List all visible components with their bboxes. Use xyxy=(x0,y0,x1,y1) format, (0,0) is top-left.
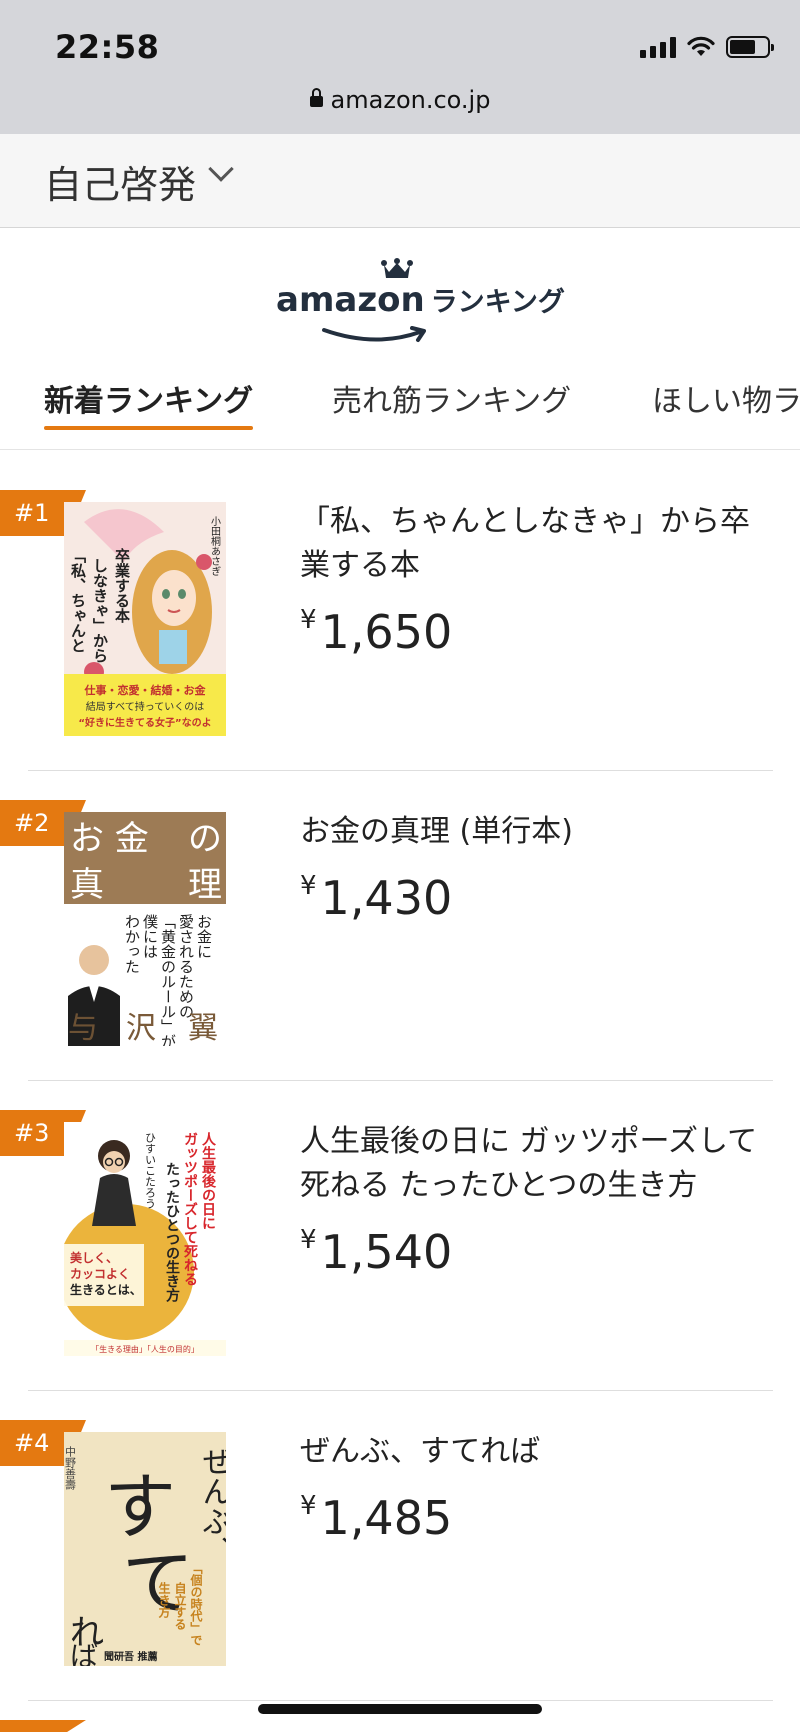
svg-text:「生きる理由」「人生の目的」: 「生きる理由」「人生の目的」 xyxy=(91,1344,199,1354)
category-label: 自己啓発 xyxy=(44,163,197,207)
tab-label: 売れ筋ランキング xyxy=(332,384,572,419)
price-value: 1,650 xyxy=(320,605,453,659)
svg-text:美しく、: 美しく、 xyxy=(70,1250,118,1265)
tab-most-wished[interactable]: ほしい物ランキング xyxy=(652,376,800,420)
svg-text:自立する: 自立する xyxy=(173,1581,187,1630)
amazon-ranking-logo: amazon ランキング xyxy=(0,258,800,348)
book-cover[interactable]: 中野善壽 ぜんぶ、 す て れ ば 「個の時代」で 自立する 生き方 聞研吾 推… xyxy=(64,1432,226,1666)
svg-text:真: 真 xyxy=(70,865,104,905)
svg-text:わかった: わかった xyxy=(123,914,141,974)
book-cover-art: 美しく、 カッコよく 生きるとは、 人生最後の日に ガッツポーズして死ねる たっ… xyxy=(64,1122,226,1356)
svg-text:たったひとつの生き方: たったひとつの生き方 xyxy=(164,1162,180,1303)
currency-symbol: ¥ xyxy=(300,871,317,901)
logo-brand: amazon xyxy=(276,280,425,320)
svg-text:理: 理 xyxy=(188,865,222,905)
book-cover[interactable]: お 金 の 真 理 お金に 愛されるための 「黄金のルール」が 僕には わかった… xyxy=(64,812,226,1046)
svg-text:結局すべて持っていくのは: 結局すべて持っていくのは xyxy=(86,700,204,713)
item-divider xyxy=(28,1700,773,1701)
home-indicator[interactable] xyxy=(258,1704,542,1714)
svg-text:卒業する本: 卒業する本 xyxy=(113,547,131,624)
svg-text:の: の xyxy=(188,819,222,859)
svg-text:ガッツポーズして死ねる: ガッツポーズして死ねる xyxy=(182,1132,199,1286)
tab-best-sellers[interactable]: 売れ筋ランキング xyxy=(332,376,571,420)
product-info[interactable]: 「私、ちゃんとしなきゃ」から卒業する本 ¥1,650 xyxy=(300,500,770,660)
price-value: 1,485 xyxy=(320,1491,453,1545)
book-cover-art: お 金 の 真 理 お金に 愛されるための 「黄金のルール」が 僕には わかった… xyxy=(64,812,226,1046)
next-rank-badge-partial xyxy=(0,1720,86,1732)
category-dropdown[interactable]: 自己啓発 xyxy=(0,134,800,228)
status-icons xyxy=(640,36,774,58)
product-title[interactable]: 人生最後の日に ガッツポーズして死ねる たったひとつの生き方 xyxy=(300,1120,770,1208)
amazon-smile-icon xyxy=(322,326,426,342)
product-info[interactable]: お金の真理 (単行本) ¥1,430 xyxy=(300,810,770,926)
svg-text:“好きに生きてる女子”なのよ: “好きに生きてる女子”なのよ xyxy=(78,716,211,729)
svg-text:ぜんぶ、: ぜんぶ、 xyxy=(197,1446,227,1566)
svg-text:す: す xyxy=(104,1465,176,1549)
browser-top-bar: 22:58 amazon.co.jp xyxy=(0,0,800,134)
status-time: 22:58 xyxy=(55,28,160,66)
product-info[interactable]: 人生最後の日に ガッツポーズして死ねる たったひとつの生き方 ¥1,540 xyxy=(300,1120,770,1280)
ranking-item[interactable]: #4 中野善壽 ぜんぶ、 す て れ ば 「個の時代」で 自立する 生き方 聞研… xyxy=(0,1390,800,1700)
url-text: amazon.co.jp xyxy=(330,86,491,114)
svg-text:中野善壽: 中野善壽 xyxy=(64,1446,77,1490)
svg-text:翼: 翼 xyxy=(188,1011,218,1046)
svg-text:お 金: お 金 xyxy=(70,819,149,859)
currency-symbol: ¥ xyxy=(300,1491,317,1521)
logo-wordmark: amazon ランキング xyxy=(276,280,565,320)
product-price: ¥1,485 xyxy=(300,1478,770,1546)
svg-text:聞研吾 推薦: 聞研吾 推薦 xyxy=(104,1650,157,1663)
svg-text:ば: ば xyxy=(70,1640,98,1666)
svg-text:お金に: お金に xyxy=(195,914,213,959)
svg-text:人生最後の日に: 人生最後の日に xyxy=(200,1131,216,1230)
product-info[interactable]: ぜんぶ、すてれば ¥1,485 xyxy=(300,1430,770,1546)
address-bar[interactable]: amazon.co.jp xyxy=(0,86,800,114)
svg-text:与: 与 xyxy=(68,1011,98,1046)
svg-text:僕には: 僕には xyxy=(141,914,159,959)
crown-icon xyxy=(381,258,413,278)
product-price: ¥1,650 xyxy=(300,592,770,660)
svg-text:ひすいこたろう: ひすいこたろう xyxy=(144,1132,157,1209)
svg-text:生きるとは、: 生きるとは、 xyxy=(70,1282,142,1297)
ranking-item[interactable]: #2 お 金 の 真 理 お金に 愛されるための 「黄金のルール」が 僕には わ… xyxy=(0,770,800,1080)
book-cover[interactable]: 美しく、 カッコよく 生きるとは、 人生最後の日に ガッツポーズして死ねる たっ… xyxy=(64,1122,226,1356)
svg-text:仕事・恋愛・結婚・お金: 仕事・恋愛・結婚・お金 xyxy=(84,683,207,697)
ranking-tabs: 新着ランキング 売れ筋ランキング ほしい物ランキング xyxy=(0,368,800,450)
currency-symbol: ¥ xyxy=(300,605,317,635)
price-value: 1,540 xyxy=(320,1225,453,1279)
battery-icon xyxy=(726,36,774,58)
product-title[interactable]: 「私、ちゃんとしなきゃ」から卒業する本 xyxy=(300,500,770,588)
book-cover[interactable]: 仕事・恋愛・結婚・お金 結局すべて持っていくのは “好きに生きてる女子”なのよ … xyxy=(64,502,226,736)
wifi-icon xyxy=(687,36,715,56)
svg-text:「個の時代」で: 「個の時代」で xyxy=(189,1562,203,1646)
product-title[interactable]: ぜんぶ、すてれば xyxy=(300,1430,770,1474)
svg-text:生き方: 生き方 xyxy=(157,1581,171,1619)
book-cover-art: 仕事・恋愛・結婚・お金 結局すべて持っていくのは “好きに生きてる女子”なのよ … xyxy=(64,502,226,736)
svg-text:沢: 沢 xyxy=(126,1011,156,1046)
book-cover-art: 中野善壽 ぜんぶ、 す て れ ば 「個の時代」で 自立する 生き方 聞研吾 推… xyxy=(64,1432,226,1666)
svg-text:「黄金のルール」が: 「黄金のルール」が xyxy=(159,914,177,1046)
price-value: 1,430 xyxy=(320,871,453,925)
logo-subtitle: ランキング xyxy=(430,287,565,318)
product-price: ¥1,540 xyxy=(300,1212,770,1280)
tab-label: 新着ランキング xyxy=(44,384,254,419)
active-tab-underline xyxy=(44,426,254,430)
lock-icon xyxy=(309,88,323,107)
cellular-signal-icon xyxy=(640,36,676,58)
ranking-item[interactable]: #3 美しく、 カッコよく 生きるとは、 人生最後の日に ガッツポーズして死ねる… xyxy=(0,1080,800,1390)
currency-symbol: ¥ xyxy=(300,1225,317,1255)
product-price: ¥1,430 xyxy=(300,858,770,926)
svg-text:「私、ちゃんと: 「私、ちゃんと xyxy=(69,548,87,653)
product-title[interactable]: お金の真理 (単行本) xyxy=(300,810,770,854)
svg-text:カッコよく: カッコよく xyxy=(70,1267,130,1281)
tab-label: ほしい物ランキング xyxy=(652,384,800,419)
tab-new-releases[interactable]: 新着ランキング xyxy=(44,376,254,430)
svg-text:愛されるための: 愛されるための xyxy=(177,914,195,1019)
ranking-item[interactable]: #1 仕事・恋愛・結婚・お金 結局すべて持っていくのは “好きに生きてる女子”な… xyxy=(0,460,800,770)
svg-text:しなきゃ」から: しなきゃ」から xyxy=(91,558,109,663)
svg-text:小田桐あさぎ: 小田桐あさぎ xyxy=(209,516,221,576)
